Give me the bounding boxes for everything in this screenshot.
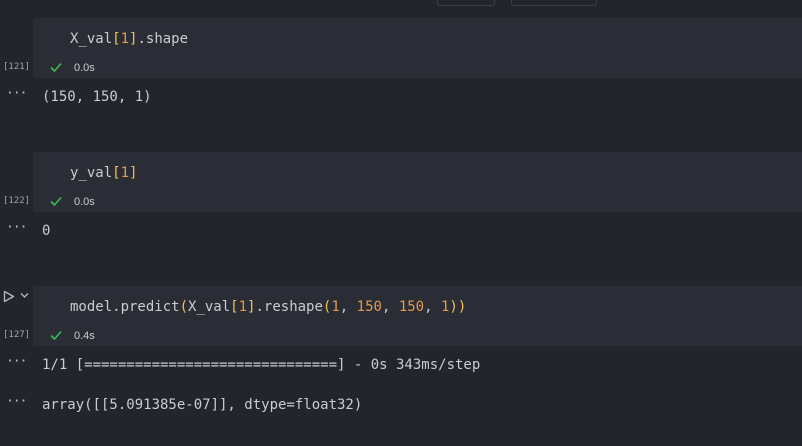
execution-time: 0.4s bbox=[74, 330, 95, 342]
execution-count: [127] bbox=[3, 330, 31, 340]
execution-time: 0.0s bbox=[74, 196, 95, 208]
check-icon bbox=[50, 330, 62, 341]
code-cell-input[interactable]: X_val[1].shape 0.0s bbox=[33, 18, 802, 78]
more-icon[interactable]: ··· bbox=[6, 394, 28, 409]
execution-count: [122] bbox=[3, 196, 31, 206]
code-cell-input[interactable]: model.predict(X_val[1].reshape(1, 150, 1… bbox=[33, 286, 802, 346]
cell-output: 0 bbox=[42, 223, 51, 239]
code-line[interactable]: X_val[1].shape bbox=[70, 31, 188, 47]
more-icon[interactable]: ··· bbox=[6, 86, 28, 101]
cell-output-result: array([[5.091385e-07]], dtype=float32) bbox=[42, 397, 363, 413]
execution-count: [121] bbox=[3, 62, 31, 72]
run-icon[interactable] bbox=[3, 290, 15, 303]
cell-output-progress: 1/1 [==============================] - 0… bbox=[42, 357, 481, 373]
code-line[interactable]: model.predict(X_val[1].reshape(1, 150, 1… bbox=[70, 299, 466, 315]
more-icon[interactable]: ··· bbox=[6, 220, 28, 235]
execution-time: 0.0s bbox=[74, 62, 95, 74]
code-cell-input[interactable]: y_val[1] 0.0s bbox=[33, 152, 802, 212]
check-icon bbox=[50, 196, 62, 207]
code-line[interactable]: y_val[1] bbox=[70, 165, 137, 181]
toolbar-button-partial[interactable] bbox=[437, 0, 495, 6]
check-icon bbox=[50, 62, 62, 73]
toolbar-button-partial[interactable] bbox=[511, 0, 597, 6]
chevron-down-icon[interactable] bbox=[20, 292, 29, 299]
cell-output: (150, 150, 1) bbox=[42, 89, 152, 105]
more-icon[interactable]: ··· bbox=[6, 354, 28, 369]
